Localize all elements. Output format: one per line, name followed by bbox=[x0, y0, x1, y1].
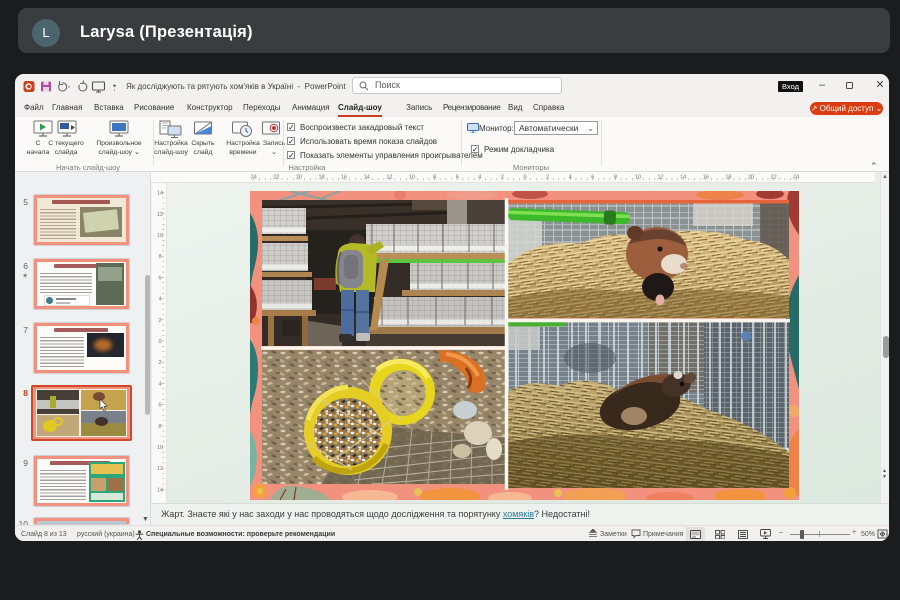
svg-text:6: 6 bbox=[591, 175, 594, 181]
svg-text:18: 18 bbox=[319, 175, 325, 181]
svg-text:4: 4 bbox=[158, 381, 161, 387]
svg-text:12: 12 bbox=[157, 466, 163, 472]
svg-text:16: 16 bbox=[341, 175, 347, 181]
svg-text:20: 20 bbox=[748, 175, 754, 181]
svg-text:6: 6 bbox=[158, 403, 161, 409]
svg-text:6: 6 bbox=[158, 275, 161, 281]
svg-text:2: 2 bbox=[501, 175, 504, 181]
svg-text:22: 22 bbox=[273, 175, 279, 181]
svg-text:18: 18 bbox=[725, 175, 731, 181]
svg-text:24: 24 bbox=[793, 175, 799, 181]
svg-text:8: 8 bbox=[158, 254, 161, 260]
svg-text:14: 14 bbox=[680, 175, 686, 181]
svg-text:8: 8 bbox=[158, 424, 161, 430]
svg-text:2: 2 bbox=[158, 360, 161, 366]
svg-text:4: 4 bbox=[478, 175, 481, 181]
svg-text:14: 14 bbox=[364, 175, 370, 181]
svg-text:2: 2 bbox=[546, 175, 549, 181]
svg-text:10: 10 bbox=[409, 175, 415, 181]
svg-text:0: 0 bbox=[523, 175, 526, 181]
svg-text:0: 0 bbox=[158, 339, 161, 345]
svg-text:8: 8 bbox=[614, 175, 617, 181]
svg-text:12: 12 bbox=[386, 175, 392, 181]
svg-text:12: 12 bbox=[157, 212, 163, 218]
svg-text:12: 12 bbox=[658, 175, 664, 181]
svg-text:8: 8 bbox=[433, 175, 436, 181]
svg-text:6: 6 bbox=[456, 175, 459, 181]
svg-text:4: 4 bbox=[569, 175, 572, 181]
svg-text:10: 10 bbox=[157, 445, 163, 451]
svg-text:24: 24 bbox=[251, 175, 257, 181]
svg-text:2: 2 bbox=[158, 318, 161, 324]
svg-text:4: 4 bbox=[158, 297, 161, 303]
svg-text:16: 16 bbox=[703, 175, 709, 181]
svg-text:22: 22 bbox=[771, 175, 777, 181]
svg-text:14: 14 bbox=[157, 191, 163, 197]
svg-text:20: 20 bbox=[296, 175, 302, 181]
svg-text:14: 14 bbox=[157, 487, 163, 493]
svg-text:10: 10 bbox=[635, 175, 641, 181]
svg-text:10: 10 bbox=[157, 233, 163, 239]
